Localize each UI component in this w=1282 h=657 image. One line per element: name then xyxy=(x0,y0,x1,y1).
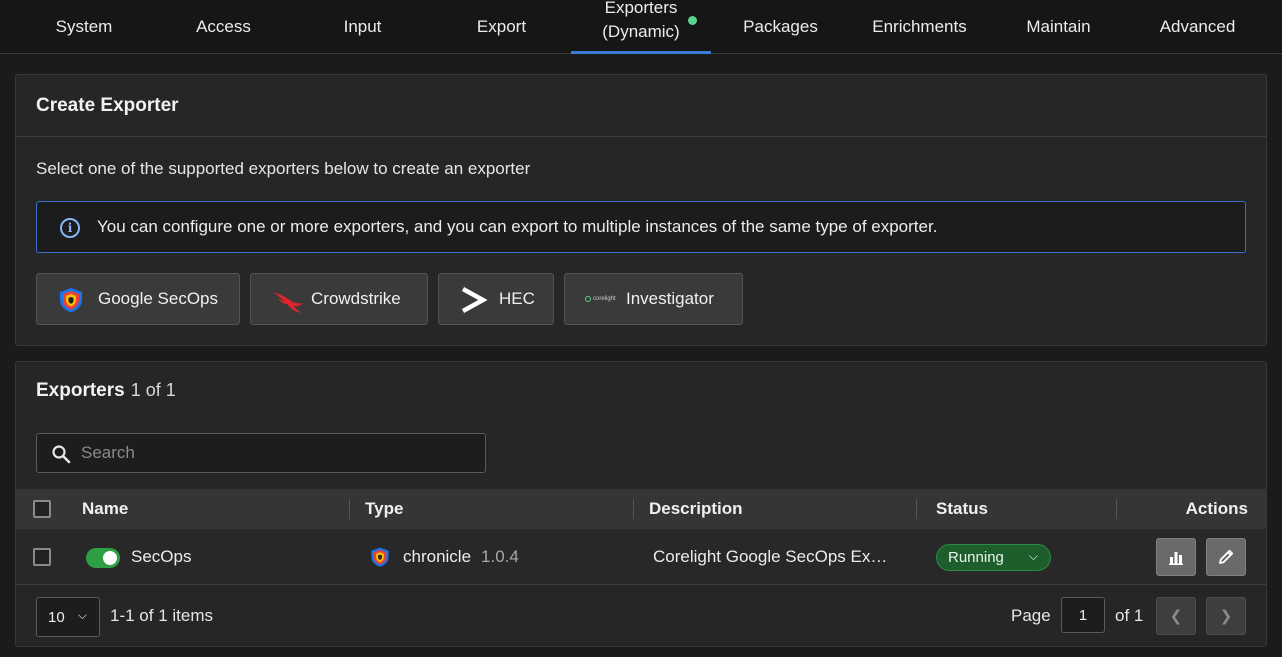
panel-subtitle: Select one of the supported exporters be… xyxy=(36,159,531,178)
crowdstrike-falcon-icon xyxy=(273,292,303,313)
google-secops-button[interactable]: Google SecOps xyxy=(36,273,240,325)
table-footer: 10 ⌵ 1-1 of 1 items Page of 1 ❮ ❯ xyxy=(16,585,1266,646)
tab-access[interactable]: Access xyxy=(154,0,293,54)
tab-export[interactable]: Export xyxy=(432,0,571,54)
exporters-title: Exporters xyxy=(36,380,125,401)
tab-label: Enrichments xyxy=(872,17,967,36)
top-nav: System Access Input Export Exporters (Dy… xyxy=(0,0,1282,54)
type-version: 1.0.4 xyxy=(481,547,519,566)
info-banner: i You can configure one or more exporter… xyxy=(36,201,1246,253)
column-type[interactable]: Type xyxy=(365,489,403,529)
tab-label-line1: Exporters xyxy=(604,0,678,17)
page-total: of 1 xyxy=(1115,606,1144,625)
tab-label: Access xyxy=(196,17,251,36)
search-input[interactable] xyxy=(81,434,476,472)
pencil-icon xyxy=(1219,549,1234,564)
info-text: You can configure one or more exporters,… xyxy=(97,217,938,236)
select-all-checkbox[interactable] xyxy=(33,500,51,518)
tab-packages[interactable]: Packages xyxy=(711,0,850,54)
tab-label: Maintain xyxy=(1026,17,1091,36)
create-exporter-panel: Create Exporter Select one of the suppor… xyxy=(15,74,1267,346)
per-page-value: 10 xyxy=(48,608,65,626)
prev-page-button[interactable]: ❮ xyxy=(1156,597,1196,635)
tab-label: Exporters (Dynamic) xyxy=(602,0,679,44)
table-row: SecOps chronicle 1.0.4 Corelight Google … xyxy=(16,529,1266,585)
chevron-down-icon: ⌵ xyxy=(77,608,87,622)
type-name: chronicle xyxy=(403,547,472,566)
tab-input[interactable]: Input xyxy=(293,0,432,54)
investigator-button[interactable]: corelight Investigator xyxy=(564,273,743,325)
column-status[interactable]: Status xyxy=(936,489,988,529)
exporters-heading: Exporters 1 of 1 xyxy=(36,380,176,402)
column-divider xyxy=(349,499,350,519)
tab-exporters-dynamic[interactable]: Exporters (Dynamic) xyxy=(571,0,711,54)
chevron-down-icon: ⌵ xyxy=(1028,549,1038,563)
tab-label: System xyxy=(55,17,113,36)
chevron-right-icon: ❯ xyxy=(1219,608,1233,625)
panel-title: Create Exporter xyxy=(16,75,1266,137)
column-divider xyxy=(1116,499,1117,519)
status-dropdown[interactable]: Running ⌵ xyxy=(936,544,1051,571)
corelight-logo-text: corelight xyxy=(593,296,616,302)
per-page-select[interactable]: 10 ⌵ xyxy=(36,597,100,637)
tab-label: Input xyxy=(343,17,382,36)
column-divider xyxy=(916,499,917,519)
info-icon: i xyxy=(60,218,80,238)
tab-enrichments[interactable]: Enrichments xyxy=(850,0,989,54)
button-label: Google SecOps xyxy=(98,289,219,308)
crowdstrike-button[interactable]: Crowdstrike xyxy=(250,273,428,325)
chevron-left-icon: ❮ xyxy=(1169,608,1183,625)
column-name[interactable]: Name xyxy=(82,489,128,529)
status-label: Running xyxy=(948,549,1004,566)
hec-button[interactable]: HEC xyxy=(438,273,554,325)
next-page-button[interactable]: ❯ xyxy=(1206,597,1246,635)
column-divider xyxy=(633,499,634,519)
tab-label: Export xyxy=(476,17,527,36)
chronicle-shield-icon xyxy=(371,547,389,567)
button-label: HEC xyxy=(499,289,535,308)
enable-toggle[interactable] xyxy=(86,548,120,568)
google-secops-shield-icon xyxy=(60,288,82,313)
search-box[interactable] xyxy=(36,433,486,473)
tab-label-line2: (Dynamic) xyxy=(602,21,680,41)
tab-system[interactable]: System xyxy=(14,0,154,54)
bar-chart-icon xyxy=(1169,552,1183,565)
exporters-count: 1 of 1 xyxy=(130,380,176,400)
tab-maintain[interactable]: Maintain xyxy=(989,0,1128,54)
corelight-logo-icon: corelight xyxy=(585,292,619,306)
table-header: Name Type Description Status Actions xyxy=(16,489,1266,529)
hec-chevron-icon xyxy=(461,287,487,313)
row-description: Corelight Google SecOps Ex… xyxy=(653,547,888,566)
stats-button[interactable] xyxy=(1156,538,1196,576)
edit-button[interactable] xyxy=(1206,538,1246,576)
button-label: Crowdstrike xyxy=(311,289,401,308)
tab-advanced[interactable]: Advanced xyxy=(1128,0,1267,54)
search-icon xyxy=(52,445,71,464)
exporters-panel: Exporters1 of 1 Name Type Description St… xyxy=(15,361,1267,647)
row-name: SecOps xyxy=(131,547,192,566)
tab-label: Advanced xyxy=(1159,17,1236,36)
tab-label: Packages xyxy=(743,17,818,36)
row-checkbox[interactable] xyxy=(33,548,51,566)
page-input[interactable] xyxy=(1061,597,1105,633)
status-dot xyxy=(688,16,697,25)
column-description[interactable]: Description xyxy=(649,489,743,529)
row-type: chronicle 1.0.4 xyxy=(369,529,519,585)
items-count: 1-1 of 1 items xyxy=(110,606,213,625)
page-label: Page xyxy=(1011,606,1051,625)
column-actions: Actions xyxy=(1185,499,1248,518)
button-label: Investigator xyxy=(626,289,714,308)
